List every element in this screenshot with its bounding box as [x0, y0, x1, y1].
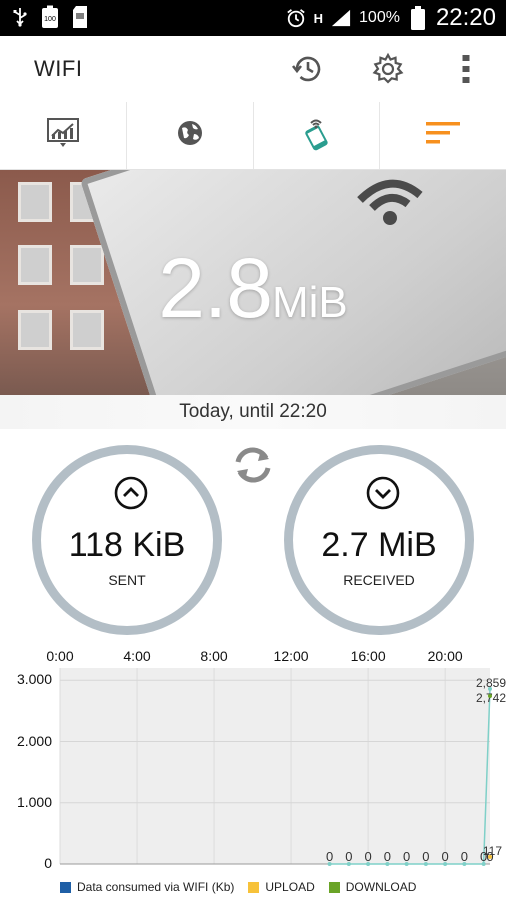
- app-bar: WIFI: [0, 36, 506, 102]
- background-wifi-graphic: [357, 179, 423, 225]
- legend-item-wifi: Data consumed via WIFI (Kb): [60, 880, 234, 894]
- received-label: RECEIVED: [343, 572, 415, 588]
- legend-swatch-download: [328, 881, 340, 893]
- legend-item-download: DOWNLOAD: [328, 880, 417, 894]
- chart-legend: Data consumed via WIFI (Kb) UPLOAD DOWNL…: [60, 880, 416, 894]
- sent-value: 118 KiB: [68, 526, 186, 564]
- tab-globe[interactable]: [127, 102, 254, 169]
- data-label-upload: 117: [483, 844, 502, 858]
- sent-circle[interactable]: 118 KiB SENT: [32, 445, 222, 635]
- usage-chart: 0:00 4:00 8:00 12:00 16:00 20:00 3.000 2.000 1.…: [0, 640, 506, 900]
- data-label-zero: 0: [384, 849, 391, 864]
- chevron-up-icon: [114, 476, 148, 510]
- plot-background: [60, 668, 490, 864]
- legend-label-download: DOWNLOAD: [345, 880, 417, 894]
- overflow-menu-icon[interactable]: [448, 51, 484, 87]
- page-title: WIFI: [34, 56, 83, 81]
- received-circle[interactable]: 2.7 MiB RECEIVED: [284, 445, 474, 635]
- tab-sort[interactable]: [380, 102, 506, 169]
- total-usage-value: 2.8: [158, 241, 273, 335]
- refresh-icon[interactable]: [228, 440, 278, 490]
- battery-icon: [408, 6, 428, 30]
- tab-device[interactable]: [254, 102, 381, 169]
- battery-notification-icon: 100: [40, 5, 60, 28]
- battery-percent: 100%: [359, 9, 400, 26]
- globe-icon: [176, 119, 204, 152]
- sort-lines-icon: [425, 120, 461, 151]
- legend-swatch-upload: [248, 881, 260, 893]
- usb-icon: [10, 6, 30, 28]
- status-right: H 100% 22:20: [286, 4, 496, 32]
- data-label-zero: 0: [461, 849, 468, 864]
- notification-icons: 100: [10, 5, 90, 28]
- sent-label: SENT: [108, 572, 146, 588]
- data-label-total: 2,859: [476, 676, 506, 690]
- data-label-zero: 0: [442, 849, 449, 864]
- data-label-download: 2,742: [476, 691, 506, 705]
- data-point-download: [488, 694, 492, 699]
- battery-notification-label: 100: [44, 16, 56, 23]
- status-bar: 100 H 100% 22:20: [0, 0, 506, 36]
- signal-icon: [331, 7, 351, 29]
- total-usage-unit: MiB: [272, 278, 348, 327]
- app-screen: 100 H 100% 22:20 WIFI 2.8MiB Today, unti…: [0, 0, 506, 900]
- data-point-upload: [488, 854, 492, 859]
- data-label-zero: 0: [326, 849, 333, 864]
- clock: 22:20: [435, 4, 496, 31]
- data-label-zero: 0: [345, 849, 352, 864]
- network-type: H: [313, 10, 324, 26]
- chart-plot: 00000000002,8592,742117: [59, 668, 506, 866]
- chevron-down-icon: [366, 476, 400, 510]
- chart-report-icon: [46, 116, 80, 155]
- settings-gear-icon[interactable]: [370, 51, 406, 87]
- data-label-zero: 0: [364, 849, 371, 864]
- legend-label-upload: UPLOAD: [265, 880, 315, 894]
- tab-reports[interactable]: [0, 102, 127, 169]
- total-usage: 2.8MiB: [0, 240, 506, 337]
- legend-label-wifi: Data consumed via WIFI (Kb): [77, 880, 235, 894]
- data-label-zero: 0: [403, 849, 410, 864]
- history-icon[interactable]: [290, 51, 326, 87]
- received-value: 2.7 MiB: [321, 526, 437, 564]
- legend-item-upload: UPLOAD: [248, 880, 315, 894]
- alarm-icon: [286, 7, 306, 29]
- hero-banner: 2.8MiB: [0, 170, 506, 395]
- phone-wifi-icon: [299, 115, 333, 156]
- period-label: Today, until 22:20: [0, 395, 506, 429]
- legend-swatch-wifi: [60, 881, 71, 893]
- tab-bar: [0, 102, 506, 170]
- data-label-zero: 0: [422, 849, 429, 864]
- sd-card-icon: [70, 6, 90, 28]
